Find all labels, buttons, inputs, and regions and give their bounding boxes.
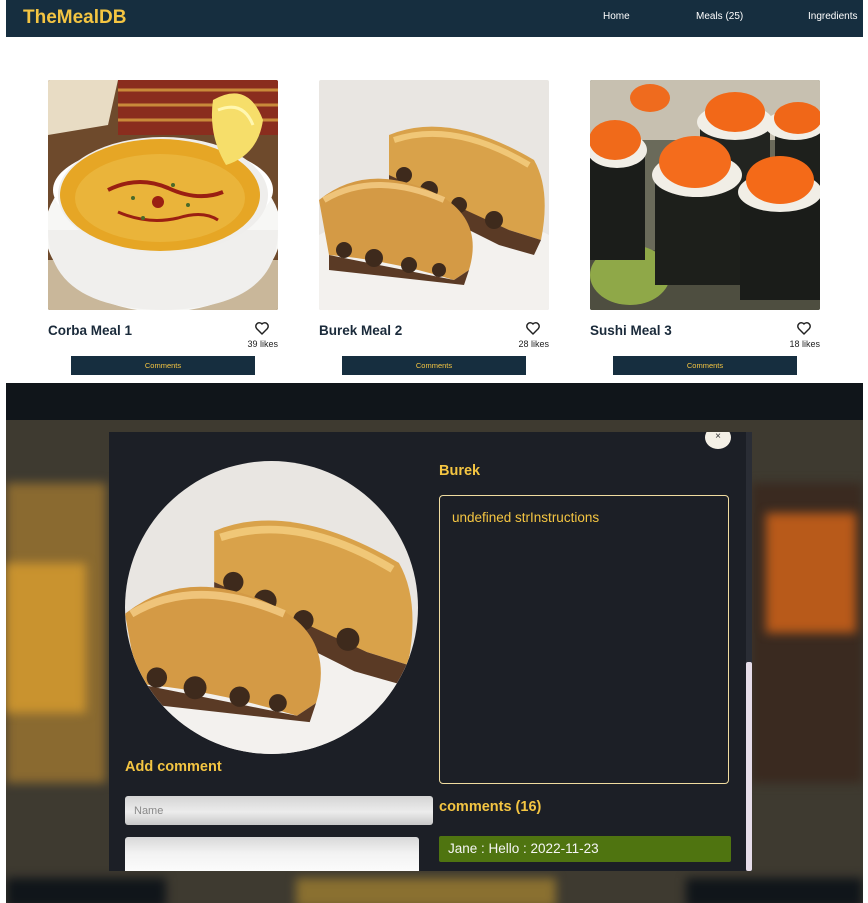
meal-card-burek: Burek Meal 2 28 likes Comments xyxy=(319,80,549,375)
nav-link-meals[interactable]: Meals (25) xyxy=(696,11,743,22)
nav-link-ingredients[interactable]: Ingredients xyxy=(808,11,857,22)
background-blur-left-food xyxy=(6,563,86,713)
background-blur-bottom-left xyxy=(6,878,166,903)
logo[interactable]: TheMealDB xyxy=(23,7,126,29)
heart-outline-icon[interactable] xyxy=(525,320,541,336)
comments-button[interactable]: Comments xyxy=(71,356,255,375)
instructions-box: undefined strInstructions xyxy=(439,495,729,784)
likes-count: 28 likes xyxy=(518,339,549,349)
meal-popup-image xyxy=(125,461,418,754)
meal-card-corba: Corba Meal 1 39 likes Comments xyxy=(48,80,278,375)
background-blur-right-food xyxy=(766,513,856,633)
scrollbar-thumb[interactable] xyxy=(746,662,752,871)
meal-card-sushi: Sushi Meal 3 18 likes Comments xyxy=(590,80,820,375)
name-input[interactable] xyxy=(125,796,433,825)
comment-textarea[interactable] xyxy=(125,837,419,871)
meal-image-sushi xyxy=(590,80,820,310)
meal-list-screen: TheMealDB Home Meals (25) Ingredients Co… xyxy=(6,0,863,383)
heart-outline-icon[interactable] xyxy=(254,320,270,336)
meal-image-corba xyxy=(48,80,278,310)
likes-count: 39 likes xyxy=(247,339,278,349)
add-comment-heading: Add comment xyxy=(125,759,222,775)
comments-button[interactable]: Comments xyxy=(613,356,797,375)
comments-button[interactable]: Comments xyxy=(342,356,526,375)
comment-item: Jane : Hello : 2022-11-23 xyxy=(439,836,731,862)
background-blur-bottom-right xyxy=(686,878,863,903)
meal-title: Sushi Meal 3 xyxy=(590,323,672,338)
background-navbar xyxy=(6,383,863,420)
nav-link-home[interactable]: Home xyxy=(603,11,630,22)
navbar: TheMealDB Home Meals (25) Ingredients xyxy=(6,0,863,37)
meal-title: Corba Meal 1 xyxy=(48,323,133,338)
heart-outline-icon[interactable] xyxy=(796,320,812,336)
comments-modal: Burek undefined strInstructions Add comm… xyxy=(109,432,752,871)
likes-count: 18 likes xyxy=(789,339,820,349)
close-icon[interactable]: × xyxy=(705,432,731,449)
meal-image-burek xyxy=(319,80,549,310)
comments-heading: comments (16) xyxy=(439,799,542,815)
meal-title: Burek Meal 2 xyxy=(319,323,403,338)
popup-meal-name: Burek xyxy=(439,463,481,479)
background-blur-bottom-center xyxy=(296,878,556,903)
comments-popup-screen: Burek undefined strInstructions Add comm… xyxy=(6,383,863,903)
